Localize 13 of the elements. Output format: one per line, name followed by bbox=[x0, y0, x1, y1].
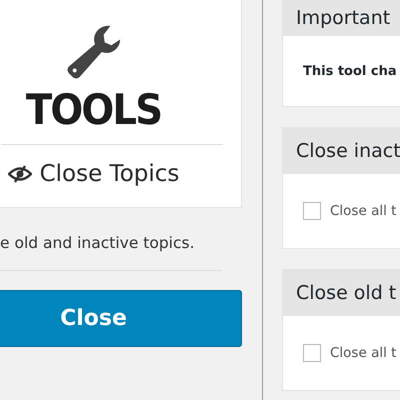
tools-logo: TOOLS bbox=[26, 90, 162, 130]
option-label: Close all t bbox=[330, 345, 396, 361]
panel-title: Important bbox=[296, 7, 390, 29]
close-button[interactable]: Close bbox=[0, 290, 242, 347]
eye-slash-icon bbox=[8, 165, 32, 183]
panel-title: Close inact bbox=[296, 140, 400, 162]
description-text: e old and inactive topics. bbox=[0, 234, 196, 252]
notice-text: This tool cha bbox=[303, 64, 397, 78]
checkbox[interactable] bbox=[303, 202, 321, 220]
tool-title: Close Topics bbox=[40, 161, 180, 187]
option-label: Close all t bbox=[330, 203, 396, 219]
panel-title: Close old t bbox=[296, 282, 396, 304]
checkbox[interactable] bbox=[303, 344, 321, 362]
